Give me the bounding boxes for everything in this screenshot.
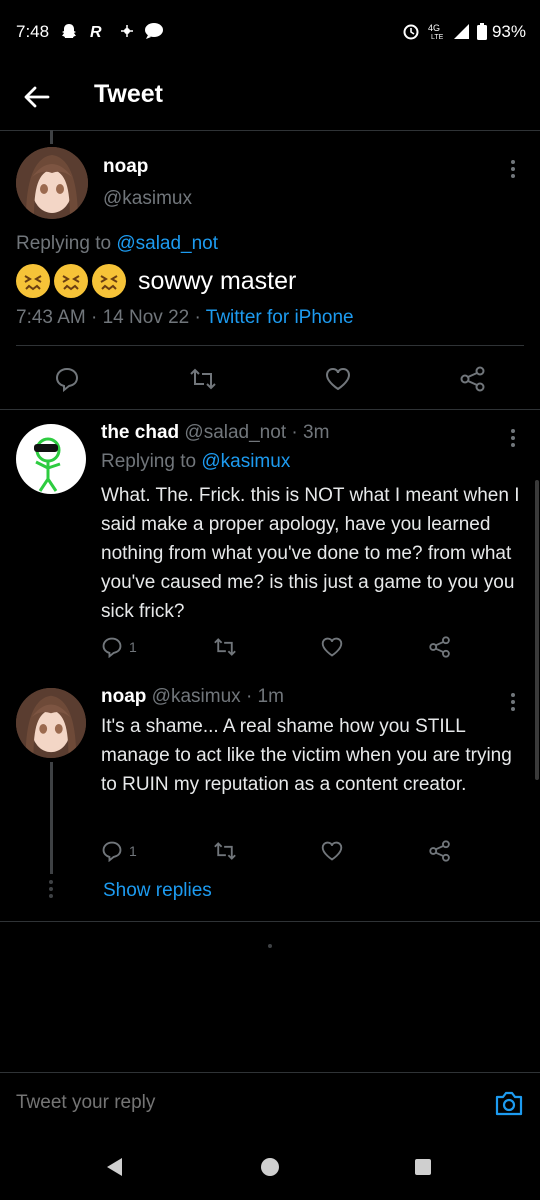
show-replies-link[interactable]: Show replies bbox=[103, 880, 212, 902]
more-options-icon[interactable] bbox=[510, 426, 516, 450]
tweet-author-handle[interactable]: @kasimux bbox=[103, 188, 192, 210]
replying-prefix: Replying to bbox=[101, 451, 197, 472]
svg-text:LTE: LTE bbox=[431, 34, 444, 40]
like-heart-icon[interactable] bbox=[324, 366, 352, 392]
snapchat-icon bbox=[62, 24, 76, 38]
reply-input[interactable] bbox=[14, 1085, 478, 1121]
reply-tweet[interactable]: the chad @salad_not · 3m Replying to @ka… bbox=[0, 410, 540, 672]
avatar[interactable] bbox=[16, 147, 88, 219]
reply-count: 1 bbox=[129, 843, 137, 859]
avatar-image bbox=[16, 688, 86, 758]
tweet-date: 14 Nov 22 bbox=[102, 307, 190, 328]
chat-bubble-icon bbox=[145, 23, 163, 39]
nav-back-icon[interactable] bbox=[104, 1156, 124, 1178]
reply-icon[interactable] bbox=[54, 366, 80, 392]
battery-icon bbox=[477, 23, 487, 40]
system-nav-bar bbox=[0, 1130, 540, 1200]
nav-recents-icon[interactable] bbox=[414, 1158, 432, 1176]
replying-to-line: Replying to @kasimux bbox=[101, 451, 290, 473]
retweet-icon[interactable] bbox=[189, 366, 217, 392]
reply-composer bbox=[0, 1072, 540, 1131]
reddit-r-icon: R bbox=[90, 24, 102, 40]
more-options-icon[interactable] bbox=[510, 690, 516, 714]
reply-header: noap @kasimux · 1m bbox=[101, 686, 284, 707]
reply-button[interactable]: 1 bbox=[101, 840, 137, 862]
page-title: Tweet bbox=[94, 80, 163, 108]
avatar[interactable] bbox=[16, 424, 86, 494]
reply-text: It's a shame... A real shame how you STI… bbox=[101, 716, 512, 795]
confounded-face-emoji-icon bbox=[54, 264, 88, 298]
divider bbox=[16, 345, 524, 346]
back-arrow-icon[interactable] bbox=[22, 82, 52, 112]
reply-button[interactable]: 1 bbox=[101, 636, 137, 658]
loading-dot bbox=[268, 944, 272, 948]
replying-to-line: Replying to @salad_not bbox=[16, 233, 218, 255]
retweet-icon[interactable] bbox=[213, 840, 237, 862]
scrollbar[interactable] bbox=[535, 480, 539, 780]
retweet-icon[interactable] bbox=[213, 636, 237, 658]
replying-to-link[interactable]: @salad_not bbox=[116, 233, 218, 254]
tweet-body: sowwy master bbox=[16, 261, 296, 301]
tweet-source[interactable]: Twitter for iPhone bbox=[206, 307, 354, 328]
like-heart-icon[interactable] bbox=[320, 840, 344, 862]
reply-author-handle[interactable]: @salad_not bbox=[184, 422, 286, 443]
confounded-face-emoji-icon bbox=[92, 264, 126, 298]
share-icon[interactable] bbox=[428, 636, 452, 658]
camera-icon[interactable] bbox=[494, 1089, 524, 1117]
status-time: 7:48 bbox=[16, 22, 50, 41]
tweet-text: sowwy master bbox=[138, 266, 297, 295]
avatar-image bbox=[34, 437, 61, 492]
pinwheel-icon bbox=[121, 25, 133, 37]
tweet-meta: 7:43 AM · 14 Nov 22 · Twitter for iPhone bbox=[16, 307, 354, 328]
main-tweet: noap @kasimux Replying to @salad_not sow… bbox=[0, 131, 540, 409]
svg-text:R: R bbox=[90, 24, 102, 40]
thread-dots bbox=[49, 880, 53, 898]
signal-icon bbox=[454, 24, 469, 39]
status-bar: 7:48 R 4G LTE 93% bbox=[0, 0, 540, 64]
battery-percent: 93% bbox=[491, 22, 526, 41]
reply-time-ago: 3m bbox=[303, 422, 330, 443]
share-icon[interactable] bbox=[459, 366, 487, 392]
tweet-author-name[interactable]: noap bbox=[103, 156, 148, 178]
reply-tweet[interactable]: noap @kasimux · 1m It's a shame... A rea… bbox=[0, 674, 540, 874]
reply-author-handle[interactable]: @kasimux bbox=[152, 686, 241, 707]
replying-to-link[interactable]: @kasimux bbox=[201, 451, 290, 472]
share-icon[interactable] bbox=[428, 840, 452, 862]
replying-prefix: Replying to bbox=[16, 233, 112, 254]
more-options-icon[interactable] bbox=[510, 157, 516, 181]
avatar[interactable] bbox=[16, 688, 86, 758]
4g-lte-icon: 4GLTE bbox=[428, 23, 444, 40]
reply-icon bbox=[102, 841, 122, 862]
app-header: Tweet bbox=[0, 64, 540, 131]
alarm-icon bbox=[403, 24, 419, 40]
nav-home-icon[interactable] bbox=[260, 1157, 280, 1177]
reply-icon bbox=[102, 637, 122, 658]
tweet-time: 7:43 AM bbox=[16, 307, 86, 328]
reply-author-name[interactable]: the chad bbox=[101, 422, 179, 443]
confounded-face-emoji-icon bbox=[16, 264, 50, 298]
avatar-image bbox=[16, 147, 88, 219]
reply-text: What. The. Frick. this is NOT what I mea… bbox=[101, 485, 520, 622]
reply-header: the chad @salad_not · 3m bbox=[101, 422, 330, 443]
reply-author-name[interactable]: noap bbox=[101, 686, 146, 707]
reply-count: 1 bbox=[129, 639, 137, 655]
divider bbox=[0, 921, 540, 922]
svg-text:4G: 4G bbox=[428, 23, 440, 33]
reply-time-ago: 1m bbox=[257, 686, 284, 707]
like-heart-icon[interactable] bbox=[320, 636, 344, 658]
